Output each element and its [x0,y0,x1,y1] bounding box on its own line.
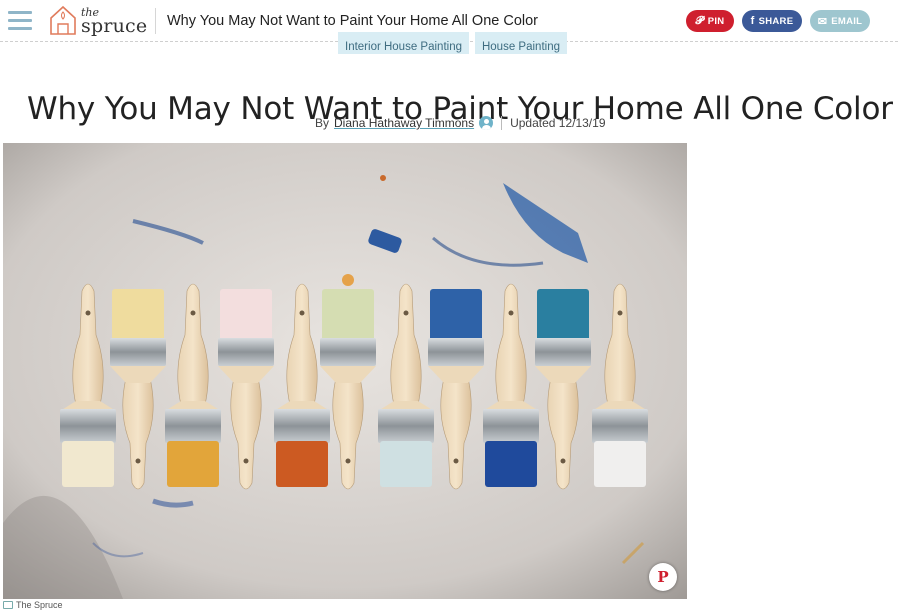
pin-label: PIN [707,15,725,27]
byline: By Diana Hathaway Timmons Updated 12/13/… [315,116,606,130]
house-logo-icon [50,5,76,35]
envelope-icon: ✉ [817,15,828,28]
byline-separator [501,116,503,130]
author-avatar-icon[interactable] [479,116,494,130]
share-button[interactable]: f SHARE [742,10,802,32]
facebook-icon: f [750,15,755,27]
hero-image[interactable] [3,143,687,599]
tag-list: Interior House Painting House Painting [338,32,567,54]
tag-interior-house-painting[interactable]: Interior House Painting [338,32,469,54]
image-pin-button[interactable]: P [649,563,677,591]
camera-icon [3,601,13,609]
site-logo[interactable]: the spruce [48,2,148,40]
tag-house-painting[interactable]: House Painting [474,32,567,54]
byline-prefix: By [315,116,330,130]
image-credit: The Spruce [3,600,63,610]
pin-button[interactable]: 𝓟 PIN [686,10,734,32]
email-label: EMAIL [831,15,863,27]
share-label: SHARE [758,15,794,27]
updated-date: Updated 12/13/19 [510,116,606,130]
header-article-title: Why You May Not Want to Paint Your Home … [167,13,539,29]
logo-spruce-text: spruce [81,15,148,37]
header-divider [155,8,156,34]
email-button[interactable]: ✉ EMAIL [810,10,870,32]
hamburger-menu-icon[interactable] [8,11,32,31]
image-credit-text: The Spruce [16,600,63,610]
paint-brushes-photo [3,143,687,599]
author-link[interactable]: Diana Hathaway Timmons [334,116,474,130]
pinterest-icon: 𝓟 [695,14,704,27]
